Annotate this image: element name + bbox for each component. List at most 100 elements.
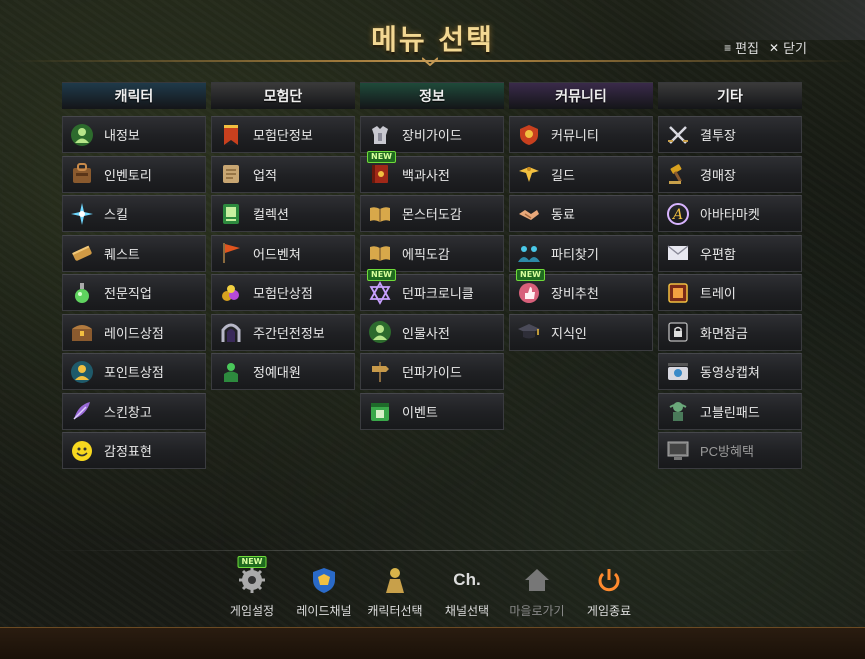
menu-item[interactable]: 컬렉션 [211, 195, 355, 232]
bottom-button-label: 레이드채널 [296, 604, 352, 618]
soldier-icon [218, 359, 244, 385]
menu-item[interactable]: 포인트상점 [62, 353, 206, 390]
menu-item[interactable]: 전문직업 [62, 274, 206, 311]
menu-item[interactable]: 화면잠금 [658, 313, 802, 351]
menu-item[interactable]: 동영상캡쳐 [658, 353, 802, 390]
menu-item-label: 파티찾기 [551, 246, 599, 262]
menu-item[interactable]: 에픽도감 [360, 234, 504, 272]
handshake-icon [516, 201, 542, 227]
menu-item[interactable]: 지식인 [509, 313, 653, 351]
title-notch [422, 56, 438, 66]
menu-item-label: 동영상캡쳐 [700, 365, 760, 380]
treasure-icon [218, 280, 244, 306]
new-badge: NEW [516, 269, 545, 281]
menu-item[interactable]: A 아바타마켓 [658, 195, 802, 232]
menu-item-label: 모험단정보 [253, 128, 313, 143]
coin-person-icon [69, 359, 95, 385]
menu-item[interactable]: 몬스터도감 [360, 195, 504, 232]
menu-item[interactable]: 주간던전정보 [211, 313, 355, 351]
menu-item[interactable]: 모험단상점 [211, 274, 355, 311]
menu-item[interactable]: 길드 [509, 155, 653, 193]
menu-item[interactable]: 스킨창고 [62, 392, 206, 430]
menu-item[interactable]: 경매장 [658, 155, 802, 193]
menu-item-label: 스킬 [104, 207, 128, 222]
envelope-icon [665, 240, 691, 266]
menu-item[interactable]: 인물사전 [360, 313, 504, 351]
person-icon [367, 319, 393, 345]
menu-item[interactable]: 결투장 [658, 116, 802, 153]
menu-item[interactable]: 이벤트 [360, 392, 504, 430]
hud-edge [0, 627, 865, 659]
portal-icon [218, 319, 244, 345]
menu-item-label: 결투장 [700, 128, 736, 143]
eagle-icon [516, 161, 542, 187]
menu-item-label: 정예대원 [253, 365, 301, 380]
close-label: 닫기 [783, 41, 807, 56]
menu-item[interactable]: 모험단정보 [211, 116, 355, 153]
menu-item[interactable]: 장비추천 NEW [509, 269, 653, 311]
menu-item-label: 어드벤쳐 [253, 246, 301, 262]
bottom-button[interactable]: NEW 게임설정 [212, 556, 292, 619]
menu-item[interactable]: 고블린패드 [658, 392, 802, 430]
armor-icon [367, 122, 393, 148]
menu-item[interactable]: 업적 [211, 155, 355, 193]
menu-item[interactable]: 레이드상점 [62, 313, 206, 351]
bottom-divider [40, 550, 825, 551]
menu-item[interactable]: 동료 [509, 195, 653, 232]
raid-shield-icon [304, 560, 344, 600]
menu-item[interactable]: 퀘스트 [62, 234, 206, 272]
character-select-icon [375, 560, 415, 600]
close-icon: ✕ [769, 40, 780, 55]
signpost-icon [367, 359, 393, 385]
menu-item-label: 이벤트 [402, 404, 438, 420]
gear-icon: NEW [232, 556, 272, 600]
menu-item-label: 고블린패드 [700, 404, 760, 420]
menu-item-label: 동료 [551, 207, 575, 222]
bottom-button[interactable]: 게임종료 [569, 560, 649, 619]
menu-item[interactable]: 던파가이드 [360, 353, 504, 390]
menu-item-label: 포인트상점 [104, 365, 164, 380]
feather-icon [69, 398, 95, 424]
menu-item[interactable]: PC방혜택 [658, 432, 802, 469]
goblin-icon [665, 398, 691, 424]
menu-item[interactable]: 커뮤니티 [509, 116, 653, 153]
menu-item-label: 컬렉션 [253, 207, 289, 222]
channel-icon: Ch. [447, 560, 487, 600]
bottom-button[interactable]: 레이드채널 [284, 560, 364, 619]
bottom-button[interactable]: Ch. 채널선택 [427, 560, 507, 619]
flag-icon [218, 240, 244, 266]
menu-item[interactable]: 던파크로니클 NEW [360, 269, 504, 311]
menu-item[interactable]: 인벤토리 [62, 155, 206, 193]
bag-icon [69, 161, 95, 187]
star-burst-icon [69, 201, 95, 227]
menu-item-label: 장비추천 [551, 286, 599, 301]
menu-item-label: 장비가이드 [402, 128, 462, 143]
edit-label: 편집 [735, 41, 760, 56]
bottom-button-label: 게임설정 [229, 604, 275, 618]
menu-item[interactable]: 스킬 [62, 195, 206, 232]
menu-item[interactable]: 파티찾기 [509, 234, 653, 272]
bottom-button[interactable]: 캐릭터선택 [355, 560, 435, 619]
close-button[interactable]: ✕ 닫기 [769, 38, 807, 57]
menu-item-label: 우편함 [700, 246, 736, 262]
menu-item-label: 던파가이드 [402, 365, 462, 380]
menu-item[interactable]: 어드벤쳐 [211, 234, 355, 272]
bottom-button[interactable]: 마을로가기 [497, 560, 577, 619]
menu-item-label: 주간던전정보 [253, 325, 325, 341]
channel-glyph: Ch. [453, 570, 481, 589]
menu-item-label: 트레이 [700, 286, 736, 301]
menu-item[interactable]: 감정표현 [62, 432, 206, 469]
menu-item[interactable]: 백과사전 NEW [360, 150, 504, 193]
menu-item-label: 전문직업 [104, 286, 152, 301]
menu-item[interactable]: 트레이 [658, 274, 802, 311]
hexagram-icon [367, 280, 393, 306]
new-badge: NEW [367, 269, 396, 281]
edit-button[interactable]: ≡ 편집 [724, 38, 759, 57]
menu-item-label: 지식인 [551, 325, 587, 341]
menu-item[interactable]: 정예대원 [211, 353, 355, 390]
menu-item[interactable]: 장비가이드 [360, 116, 504, 153]
menu-item[interactable]: 우편함 [658, 234, 802, 272]
svg-text:A: A [671, 207, 683, 223]
menu-item[interactable]: 내정보 [62, 116, 206, 153]
monitor-icon [665, 438, 691, 464]
